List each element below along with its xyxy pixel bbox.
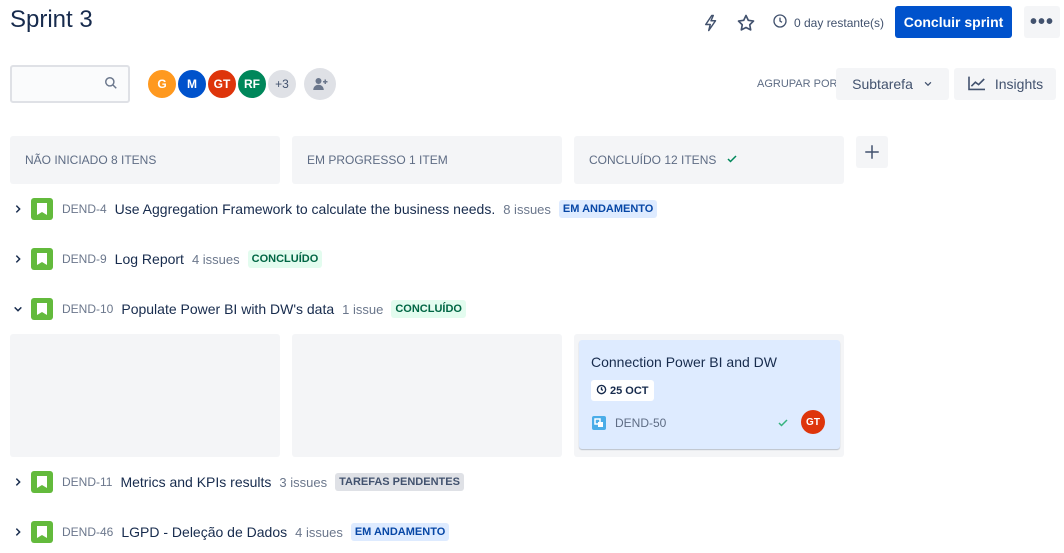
issue-summary: Metrics and KPIs results <box>120 474 272 490</box>
issue-summary: LGPD - Deleção de Dados <box>121 524 288 540</box>
search-icon <box>104 76 118 95</box>
column-header-done: CONCLUÍDO 12 ITENS <box>574 136 844 184</box>
issue-count: 4 issues <box>191 251 240 267</box>
card-title: Connection Power BI and DW <box>591 354 777 370</box>
issue-count: 4 issues <box>295 524 343 540</box>
swimlane-header[interactable]: DEND-11 Metrics and KPIs results 3 issue… <box>10 470 464 494</box>
time-remaining: 0 day restante(s) <box>772 13 884 32</box>
avatar[interactable]: G <box>146 68 178 100</box>
search-input[interactable] <box>10 65 130 103</box>
more-avatars-button[interactable]: +3 <box>266 68 298 100</box>
add-column-button[interactable] <box>856 136 888 168</box>
chevron-down-icon[interactable] <box>10 304 26 314</box>
chevron-right-icon[interactable] <box>10 477 26 487</box>
due-date-text: 25 OCT <box>610 384 649 397</box>
column-header-in-progress: EM PROGRESSO 1 ITEM <box>292 136 562 184</box>
done-check-icon <box>777 416 789 434</box>
chevron-down-icon <box>923 76 933 92</box>
story-icon <box>31 298 53 320</box>
add-person-icon <box>313 78 328 90</box>
assignee-filter-avatars: G M GT RF +3 <box>146 68 298 100</box>
issue-count: 8 issues <box>503 201 551 217</box>
due-date-badge: 25 OCT <box>591 380 654 401</box>
group-by-value: Subtarefa <box>852 76 913 92</box>
star-icon[interactable] <box>735 12 757 34</box>
status-badge: TAREFAS PENDENTES <box>335 473 464 491</box>
issue-count: 1 issue <box>342 301 384 317</box>
swimlane-header[interactable]: DEND-10 Populate Power BI with DW's data… <box>10 297 466 321</box>
insights-button[interactable]: Insights <box>954 68 1056 100</box>
status-badge: EM ANDAMENTO <box>350 523 450 541</box>
group-by-select[interactable]: Subtarefa <box>836 68 949 100</box>
plus-icon <box>865 145 879 159</box>
issue-key[interactable]: DEND-10 <box>62 302 113 316</box>
swimlane-header[interactable]: DEND-4 Use Aggregation Framework to calc… <box>10 197 658 221</box>
check-icon <box>726 153 738 168</box>
column-cell-in-progress[interactable] <box>292 334 562 457</box>
column-title: CONCLUÍDO 12 ITENS <box>589 153 717 167</box>
chevron-right-icon[interactable] <box>10 254 26 264</box>
subtask-icon <box>592 416 606 430</box>
swimlane-header[interactable]: DEND-9 Log Report 4 issues CONCLUÍDO <box>10 247 323 271</box>
story-icon <box>31 198 53 220</box>
column-header-todo: NÃO INICIADO 8 ITENS <box>10 136 280 184</box>
story-icon <box>31 471 53 493</box>
complete-sprint-button[interactable]: Concluir sprint <box>895 6 1012 38</box>
chart-trend-icon <box>967 75 987 94</box>
column-title: EM PROGRESSO 1 ITEM <box>307 153 448 167</box>
assignee-avatar[interactable]: GT <box>801 410 825 434</box>
insights-label: Insights <box>994 76 1044 92</box>
chevron-right-icon[interactable] <box>10 204 26 214</box>
page-title: Sprint 3 <box>10 6 93 33</box>
story-icon <box>31 248 53 270</box>
status-badge: CONCLUÍDO <box>391 300 466 318</box>
clock-icon <box>772 13 788 32</box>
issue-count: 3 issues <box>279 474 328 490</box>
avatar[interactable]: GT <box>206 68 238 100</box>
status-badge: EM ANDAMENTO <box>558 200 658 218</box>
card-key[interactable]: DEND-50 <box>615 416 666 430</box>
clock-icon <box>596 384 607 398</box>
story-icon <box>31 521 53 543</box>
add-people-button[interactable] <box>304 68 336 100</box>
issue-key[interactable]: DEND-46 <box>62 525 113 539</box>
column-cell-todo[interactable] <box>10 334 280 457</box>
group-by-label: AGRUPAR POR <box>757 78 838 90</box>
column-title: NÃO INICIADO 8 ITENS <box>25 153 157 167</box>
issue-key[interactable]: DEND-9 <box>62 252 107 266</box>
issue-key[interactable]: DEND-4 <box>62 202 107 216</box>
issue-summary: Use Aggregation Framework to calculate t… <box>114 201 496 217</box>
more-actions-button[interactable]: ••• <box>1024 6 1060 38</box>
issue-card[interactable]: Connection Power BI and DW 25 OCT DEND-5… <box>579 340 840 449</box>
issue-summary: Log Report <box>114 251 184 267</box>
issue-summary: Populate Power BI with DW's data <box>121 301 335 317</box>
chevron-right-icon[interactable] <box>10 527 26 537</box>
automation-lightning-icon[interactable] <box>700 12 722 34</box>
issue-key[interactable]: DEND-11 <box>62 475 112 489</box>
status-badge: CONCLUÍDO <box>247 250 323 268</box>
avatar[interactable]: M <box>176 68 208 100</box>
avatar[interactable]: RF <box>236 68 268 100</box>
time-remaining-text: 0 day restante(s) <box>794 15 885 30</box>
swimlane-header[interactable]: DEND-46 LGPD - Deleção de Dados 4 issues… <box>10 520 450 544</box>
